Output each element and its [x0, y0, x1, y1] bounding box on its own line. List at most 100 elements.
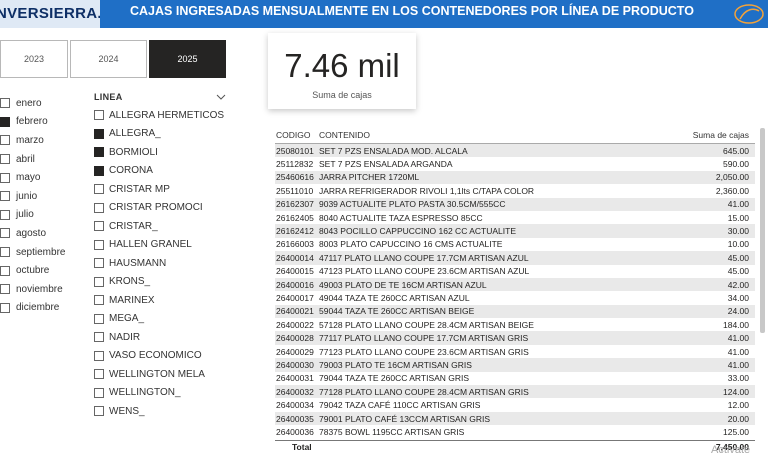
checkbox-checked-icon [0, 116, 10, 127]
linea-item-wellington[interactable]: WELLINGTON_ [94, 384, 234, 403]
checkbox-icon [94, 406, 104, 417]
table-header: CODIGO CONTENIDO Suma de cajas [275, 126, 755, 144]
data-table: CODIGO CONTENIDO Suma de cajas 25080101 S… [275, 126, 755, 454]
linea-item-allegra[interactable]: ALLEGRA_ [94, 125, 234, 144]
checkbox-icon [94, 258, 104, 269]
month-item-febrero[interactable]: febrero [0, 113, 65, 132]
year-button-2025[interactable]: 2025 [149, 40, 226, 78]
table-row: 26400028 77117 PLATO LLANO COUPE 17.7CM A… [275, 331, 755, 345]
linea-item-cristar[interactable]: CRISTAR_ [94, 217, 234, 236]
table-row: 25460616 JARRA PITCHER 1720ML 2,050.00 [275, 170, 755, 185]
month-item-diciembre[interactable]: diciembre [0, 299, 65, 318]
table-row: 26400034 79042 TAZA CAFÉ 110CC ARTISAN GR… [276, 400, 749, 411]
checkbox-icon [94, 387, 104, 398]
month-item-julio[interactable]: julio [0, 206, 65, 225]
linea-item-allegra-hermeticos[interactable]: ALLEGRA HERMETICOS [94, 106, 234, 125]
table-row: 26400016 49003 PLATO DE TE 16CM ARTISAN A… [275, 277, 755, 292]
linea-item-cristar-mp[interactable]: CRISTAR MP [94, 180, 234, 199]
activation-watermark: Activate [711, 444, 751, 456]
table-row: 26400021 59044 TAZA TE 260CC ARTISAN BEIG… [275, 304, 755, 319]
checkbox-icon [94, 202, 104, 213]
month-item-septiembre[interactable]: septiembre [0, 243, 65, 262]
linea-item-krons[interactable]: KRONS_ [94, 273, 234, 292]
checkbox-icon [0, 228, 10, 239]
report-page: NVERSIERRA. CAJAS INGRESADAS MENSUALMENT… [0, 0, 768, 457]
checkbox-icon [94, 313, 104, 324]
linea-item-hallen-granel[interactable]: HALLEN GRANEL [94, 236, 234, 255]
checkbox-checked-icon [94, 165, 104, 176]
column-header-codigo[interactable]: CODIGO [275, 130, 319, 140]
checkbox-icon [0, 302, 10, 313]
linea-item-corona[interactable]: CORONA [94, 162, 234, 181]
month-slicer: enero febrero marzo abril mayo junio jul… [0, 94, 65, 317]
checkbox-icon [0, 209, 10, 220]
checkbox-icon [0, 247, 10, 258]
month-item-noviembre[interactable]: noviembre [0, 280, 65, 299]
checkbox-icon [94, 184, 104, 195]
checkbox-checked-icon [94, 147, 104, 158]
linea-item-wellington-mela[interactable]: WELLINGTON MELA [94, 365, 234, 384]
page-title: CAJAS INGRESADAS MENSUALMENTE EN LOS CON… [130, 4, 694, 18]
linea-item-mega[interactable]: MEGA_ [94, 310, 234, 329]
year-button-2023[interactable]: 2023 [0, 40, 68, 78]
table-row: 26400022 57128 PLATO LLANO COUPE 28.4CM A… [276, 319, 749, 330]
checkbox-icon [0, 154, 10, 165]
linea-item-marinex[interactable]: MARINEX [94, 291, 234, 310]
company-logo-icon [734, 4, 764, 24]
linea-item-nadir[interactable]: NADIR [94, 328, 234, 347]
month-item-abril[interactable]: abril [0, 150, 65, 169]
linea-item-hausmann[interactable]: HAUSMANN [94, 254, 234, 273]
linea-slicer-title: LINEA [94, 92, 123, 102]
table-body: 25080101 SET 7 PZS ENSALADA MOD. ALCALA 64… [275, 144, 755, 439]
checkbox-icon [0, 191, 10, 202]
linea-item-bormioli[interactable]: BORMIOLI [94, 143, 234, 162]
checkbox-icon [94, 369, 104, 380]
checkbox-checked-icon [94, 128, 104, 139]
checkbox-icon [94, 276, 104, 287]
year-button-2024[interactable]: 2024 [70, 40, 147, 78]
checkbox-icon [94, 239, 104, 250]
table-row: 26400032 77128 PLATO LLANO COUPE 28.4CM A… [275, 385, 755, 399]
table-row: 26400017 49044 TAZA TE 260CC ARTISAN AZUL… [276, 292, 749, 303]
linea-slicer-header[interactable]: LINEA [94, 92, 234, 106]
table-row: 26400036 78375 BOWL 1195CC ARTISAN GRIS 12… [276, 426, 749, 437]
table-row: 26166003 8003 PLATO CAPUCCINO 16 CMS ACTU… [276, 239, 749, 250]
brand-text: NVERSIERRA. [0, 5, 100, 22]
table-row: 26162307 9039 ACTUALITE PLATO PASTA 30.5C… [275, 197, 755, 211]
brand-logo: NVERSIERRA. [0, 0, 100, 28]
table-row: 25112832 SET 7 PZS ENSALADA ARGANDA 590.00 [276, 159, 749, 170]
column-header-contenido[interactable]: CONTENIDO [319, 130, 675, 140]
checkbox-icon [94, 295, 104, 306]
checkbox-icon [94, 221, 104, 232]
table-row: 26400029 77123 PLATO LLANO COUPE 23.6CM A… [276, 346, 749, 357]
chevron-down-icon[interactable] [216, 92, 226, 102]
linea-item-cristar-promoci[interactable]: CRISTAR PROMOCI [94, 199, 234, 218]
linea-item-vaso-economico[interactable]: VASO ECONOMICO [94, 347, 234, 366]
month-item-junio[interactable]: junio [0, 187, 65, 206]
table-row: 26400030 79003 PLATO TE 16CM ARTISAN GRIS… [275, 358, 755, 372]
header-bar: NVERSIERRA. CAJAS INGRESADAS MENSUALMENT… [0, 0, 768, 28]
month-item-octubre[interactable]: octubre [0, 261, 65, 280]
table-row: 26162412 8043 POCILLO CAPPUCCINO 162 CC A… [275, 224, 755, 238]
checkbox-icon [94, 110, 104, 121]
year-slicer: 2023 2024 2025 [0, 40, 226, 78]
total-label: Total [292, 442, 312, 453]
month-item-agosto[interactable]: agosto [0, 224, 65, 243]
column-header-suma[interactable]: Suma de cajas [675, 130, 755, 140]
month-item-mayo[interactable]: mayo [0, 168, 65, 187]
month-item-enero[interactable]: enero [0, 94, 65, 113]
checkbox-icon [0, 284, 10, 295]
table-scrollbar[interactable] [760, 128, 765, 333]
month-item-marzo[interactable]: marzo [0, 131, 65, 150]
checkbox-icon [0, 265, 10, 276]
table-row: 26400015 47123 PLATO LLANO COUPE 23.6CM A… [276, 266, 749, 277]
kpi-value: 7.46 mil [284, 47, 400, 84]
table-row: 26400035 79001 PLATO CAFÉ 13CCM ARTISAN G… [275, 411, 755, 426]
kpi-label: Suma de cajas [312, 90, 372, 100]
table-row: 26400014 47117 PLATO LLANO COUPE 17.7CM A… [275, 251, 755, 265]
linea-item-wens[interactable]: WENS_ [94, 402, 234, 421]
checkbox-icon [0, 172, 10, 183]
checkbox-icon [94, 350, 104, 361]
table-row: 26162405 8040 ACTUALITE TAZA ESPRESSO 85C… [276, 212, 749, 223]
table-row: 25511010 JARRA REFRIGERADOR RIVOLI 1,1lts… [276, 185, 749, 196]
